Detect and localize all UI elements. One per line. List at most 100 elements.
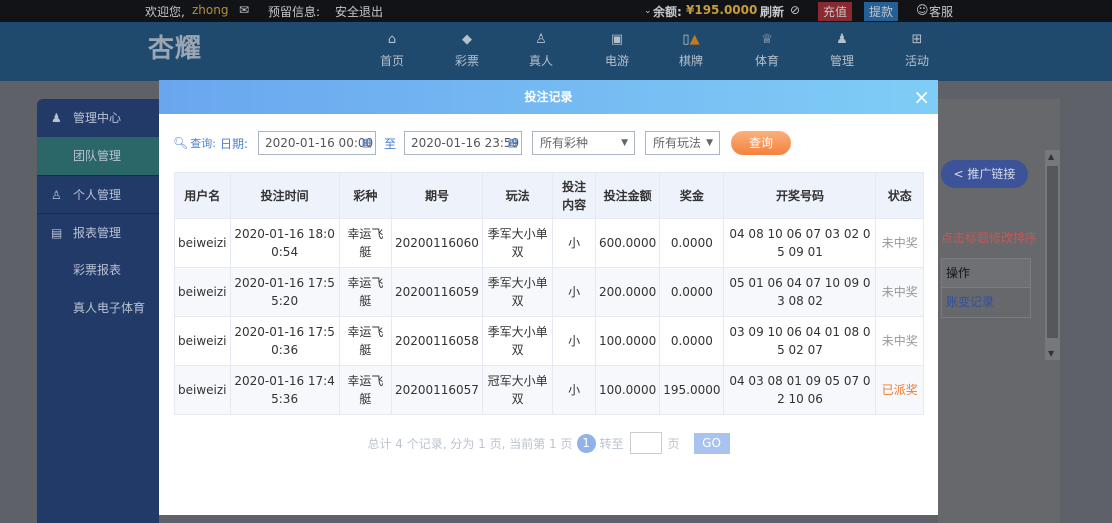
nav-lottery[interactable]: ◆ 彩票 [442, 32, 492, 69]
sidebar-item-personal[interactable]: ♙ 个人管理 [37, 175, 159, 213]
cell-username: beiweizi [174, 365, 231, 415]
cell-bet-time: 2020-01-16 17:45:36 [229, 365, 340, 415]
cell-bet-content: 小 [552, 267, 596, 317]
table-row: beiweizi 2020-01-16 17:45:36 幸运飞艇 202001160… [174, 365, 924, 415]
play-select[interactable]: 所有玩法 ▼ [645, 131, 721, 155]
op-header: 操作 [942, 259, 1030, 288]
cell-bet-time: 2020-01-16 17:55:20 [229, 267, 340, 317]
sidebar-item-live-report[interactable]: 真人电子体育 [37, 289, 159, 327]
trophy-icon: ♕ [761, 32, 773, 47]
sidebar-label: 团队管理 [73, 149, 122, 163]
nav-cards[interactable]: ▯▲ 棋牌 [666, 32, 716, 69]
cell-prize: 0.0000 [659, 267, 725, 317]
cell-amount: 200.0000 [594, 267, 661, 317]
scroll-down-icon[interactable]: ▼ [1048, 349, 1054, 358]
pager-summary: 总计 4 个记录, 分为 1 页, 当前第 1 页 [367, 436, 573, 451]
nav-live[interactable]: ♙ 真人 [516, 32, 566, 69]
scroll-thumb[interactable] [1047, 166, 1058, 338]
page-number-input[interactable] [629, 432, 662, 454]
goto-label: 转至 [599, 436, 624, 451]
cell-username: beiweizi [174, 316, 231, 366]
modal-header: 投注记录 × [159, 80, 938, 114]
dropdown-arrow-icon: ▼ [706, 138, 714, 148]
cell-username: beiweizi [174, 218, 231, 268]
cell-status: 未中奖 [875, 316, 924, 366]
sidebar-label: 彩票报表 [73, 263, 122, 277]
date-from-input[interactable]: 2020-01-16 00:00 ▦ [258, 131, 376, 155]
query-label: 查询: [190, 137, 216, 150]
nav-label: 真人 [528, 54, 553, 68]
sidebar-label: 个人管理 [73, 188, 122, 202]
promo-link-button[interactable]: < 推广链接 [941, 160, 1028, 188]
sidebar-item-team[interactable]: 团队管理 [37, 137, 159, 175]
cell-prize: 195.0000 [659, 365, 725, 415]
go-button[interactable]: GO [693, 432, 730, 454]
calendar-icon[interactable]: ▦ [508, 132, 518, 154]
column-header-status: 状态 [875, 172, 924, 219]
withdraw-button[interactable]: 提款 [864, 2, 899, 21]
column-header-amount: 投注金额 [594, 172, 661, 219]
close-icon[interactable]: × [913, 80, 930, 114]
lottery-select-value: 所有彩种 [540, 136, 589, 150]
table-row: beiweizi 2020-01-16 17:55:20 幸运飞艇 202001160… [174, 267, 924, 317]
cell-status: 未中奖 [875, 267, 924, 317]
team-table: 操作 账变记录 [941, 258, 1031, 318]
cell-issue: 20200116058 [390, 316, 483, 366]
deposit-button[interactable]: 充值 [818, 2, 853, 21]
cell-status: 未中奖 [875, 218, 924, 268]
page-unit-label: 页 [667, 436, 680, 451]
bet-records-modal: 投注记录 × 🔍︎ 查询: 日期: 2020-01-16 00:00 ▦ 至 20… [159, 80, 938, 515]
account-change-link[interactable]: 账变记录 [942, 288, 1030, 317]
nav-label: 电游 [604, 54, 629, 68]
play-select-value: 所有玩法 [653, 136, 702, 150]
calendar-icon[interactable]: ▦ [362, 132, 372, 154]
sidebar-label: 真人电子体育 [73, 301, 146, 315]
scroll-up-icon[interactable]: ▲ [1048, 152, 1054, 161]
table-header-row: 用户名 投注时间 彩种 期号 玩法 投注内容 投注金额 奖金 开奖号码 状态 [174, 172, 924, 219]
cell-username: beiweizi [174, 267, 231, 317]
nav-label: 首页 [379, 54, 404, 68]
home-icon: ⌂ [387, 32, 397, 47]
chat-icon[interactable]: ☺ [916, 3, 929, 17]
nav-slots[interactable]: ▣ 电游 [592, 32, 642, 69]
nav-label: 棋牌 [678, 54, 703, 68]
lottery-select[interactable]: 所有彩种 ▼ [532, 131, 636, 155]
chevron-down-icon[interactable]: ⌄ [644, 6, 652, 16]
nav-home[interactable]: ⌂ 首页 [367, 32, 417, 69]
date-to-input[interactable]: 2020-01-16 23:59 ▦ [404, 131, 523, 155]
nav-activity[interactable]: ⊞ 活动 [892, 32, 942, 69]
report-icon: ▤ [51, 226, 63, 240]
cell-lottery: 幸运飞艇 [338, 365, 392, 415]
nav-sports[interactable]: ♕ 体育 [742, 32, 792, 69]
logo[interactable]: 杏耀 [148, 28, 202, 65]
cell-prize: 0.0000 [659, 218, 725, 268]
users-icon: ♟ [836, 32, 848, 47]
cell-issue: 20200116059 [390, 267, 483, 317]
column-header-username: 用户名 [174, 172, 231, 219]
cell-bet-time: 2020-01-16 18:00:54 [229, 218, 340, 268]
cell-bet-time: 2020-01-16 17:50:36 [229, 316, 340, 366]
nav-label: 活动 [904, 54, 929, 68]
sidebar-item-management-center[interactable]: ♟ 管理中心 [37, 99, 159, 137]
scrollbar[interactable]: ▲ ▼ [1045, 150, 1060, 360]
gift-icon: ⊞ [911, 32, 923, 47]
nav-label: 体育 [754, 54, 779, 68]
cell-draw-numbers: 03 09 10 06 04 01 08 05 02 07 [723, 316, 877, 366]
sidebar-item-reports[interactable]: ▤ 报表管理 [37, 213, 159, 251]
bet-records-table: 用户名 投注时间 彩种 期号 玩法 投注内容 投注金额 奖金 开奖号码 状态 beiweizi 20… [174, 172, 924, 415]
nav-manage[interactable]: ♟ 管理 [817, 32, 867, 69]
logout-link[interactable]: 安全退出 [335, 3, 383, 20]
eye-off-icon[interactable]: ⊘ [790, 3, 800, 17]
reserve-info-label: 预留信息: [268, 5, 321, 19]
mail-icon[interactable]: ✉ [239, 3, 249, 17]
cell-status: 已派奖 [875, 365, 924, 415]
username[interactable]: zhong [192, 3, 228, 17]
cell-play: 季军大小单双 [481, 267, 554, 317]
refresh-button[interactable]: 刷新 [760, 3, 784, 20]
service-link[interactable]: 客服 [929, 3, 953, 20]
date-label: 日期: [219, 136, 248, 151]
sidebar-item-lottery-report[interactable]: 彩票报表 [37, 251, 159, 289]
query-button[interactable]: 查询 [731, 131, 792, 155]
page-button-current[interactable]: 1 [576, 433, 596, 453]
cell-amount: 100.0000 [594, 365, 661, 415]
